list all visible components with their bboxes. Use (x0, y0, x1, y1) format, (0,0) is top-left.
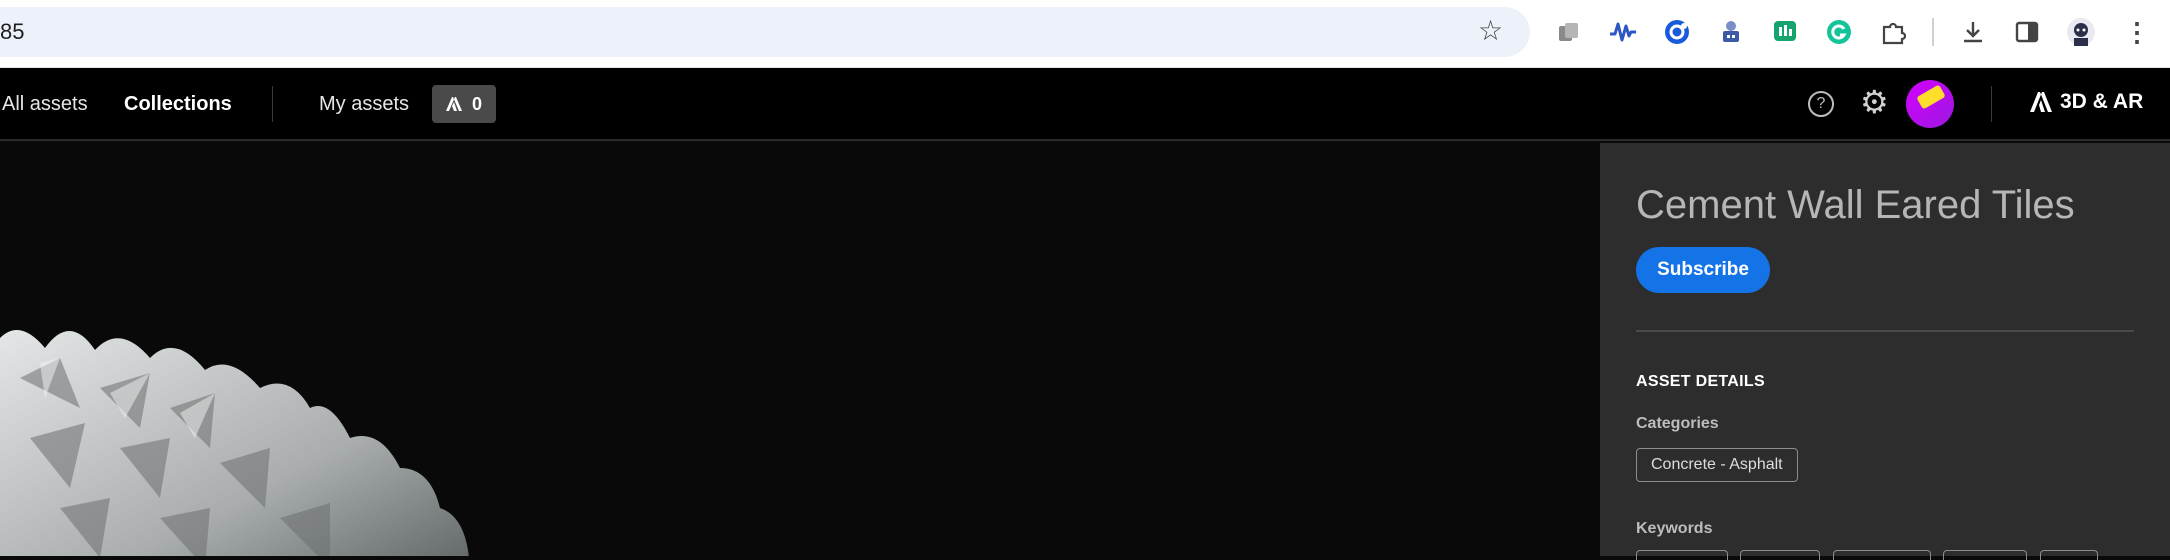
header-divider (1991, 86, 1992, 122)
asset-preview-model (0, 330, 469, 556)
nav-my-assets[interactable]: My assets (319, 92, 409, 116)
star-icon[interactable]: ☆ (1478, 17, 1503, 45)
toolbar-divider (1932, 18, 1934, 46)
chat-bars-icon[interactable] (1770, 17, 1800, 47)
asset-details-heading: ASSET DETAILS (1636, 373, 1765, 390)
brand-label: 3D & AR (2060, 90, 2144, 113)
avatar[interactable] (1906, 80, 1954, 128)
keyword-tag[interactable] (1740, 550, 1820, 560)
divider (1636, 330, 2134, 332)
download-icon[interactable] (1958, 17, 1988, 47)
cart-count: 0 (471, 93, 482, 114)
nav-divider (272, 86, 273, 122)
keywords-label: Keywords (1636, 520, 1713, 537)
keyword-tag[interactable] (1636, 550, 1728, 560)
kebab-menu-icon[interactable]: ⋮ (2122, 17, 2152, 47)
categories-label: Categories (1636, 415, 1719, 432)
help-circle-icon[interactable]: ? (1808, 91, 1834, 117)
subscribe-button[interactable]: Subscribe (1636, 247, 1770, 293)
nav-collections[interactable]: Collections (124, 92, 232, 116)
asset-preview-viewport[interactable] (0, 143, 1600, 556)
keyword-tag[interactable] (1943, 550, 2027, 560)
copy-stack-icon[interactable] (1554, 17, 1584, 47)
nav-all-assets[interactable]: All assets (2, 92, 88, 116)
sidepanel-icon[interactable] (2012, 17, 2042, 47)
waveform-icon[interactable] (1608, 17, 1638, 47)
browser-toolbar: 85 ☆ ⋮ (0, 0, 2170, 68)
puzzle-icon[interactable] (1878, 17, 1908, 47)
grammarly-icon[interactable] (1824, 17, 1854, 47)
keyword-tag[interactable] (2040, 550, 2098, 560)
app-header: All assets Collections My assets 0 ? ⚙ 3… (0, 68, 2170, 141)
keyword-tag[interactable] (1833, 550, 1931, 560)
asset-title: Cement Wall Eared Tiles (1636, 183, 2075, 227)
url-text[interactable]: 85 (0, 19, 24, 45)
asset-cart-badge[interactable]: 0 (432, 85, 496, 123)
adobe-logo-icon (445, 97, 462, 111)
robot-icon[interactable] (1716, 17, 1746, 47)
gear-icon[interactable]: ⚙ (1860, 86, 1889, 118)
asset-details-panel: Cement Wall Eared Tiles Subscribe ASSET … (1600, 143, 2170, 560)
category-tag[interactable]: Concrete - Asphalt (1636, 448, 1798, 482)
adobe-logo-icon (2030, 92, 2052, 112)
profile-icon[interactable] (2066, 17, 2096, 47)
address-bar[interactable]: 85 ☆ (0, 7, 1530, 57)
brand-3d-ar[interactable]: 3D & AR (2030, 90, 2143, 114)
circle-g-icon[interactable] (1662, 17, 1692, 47)
